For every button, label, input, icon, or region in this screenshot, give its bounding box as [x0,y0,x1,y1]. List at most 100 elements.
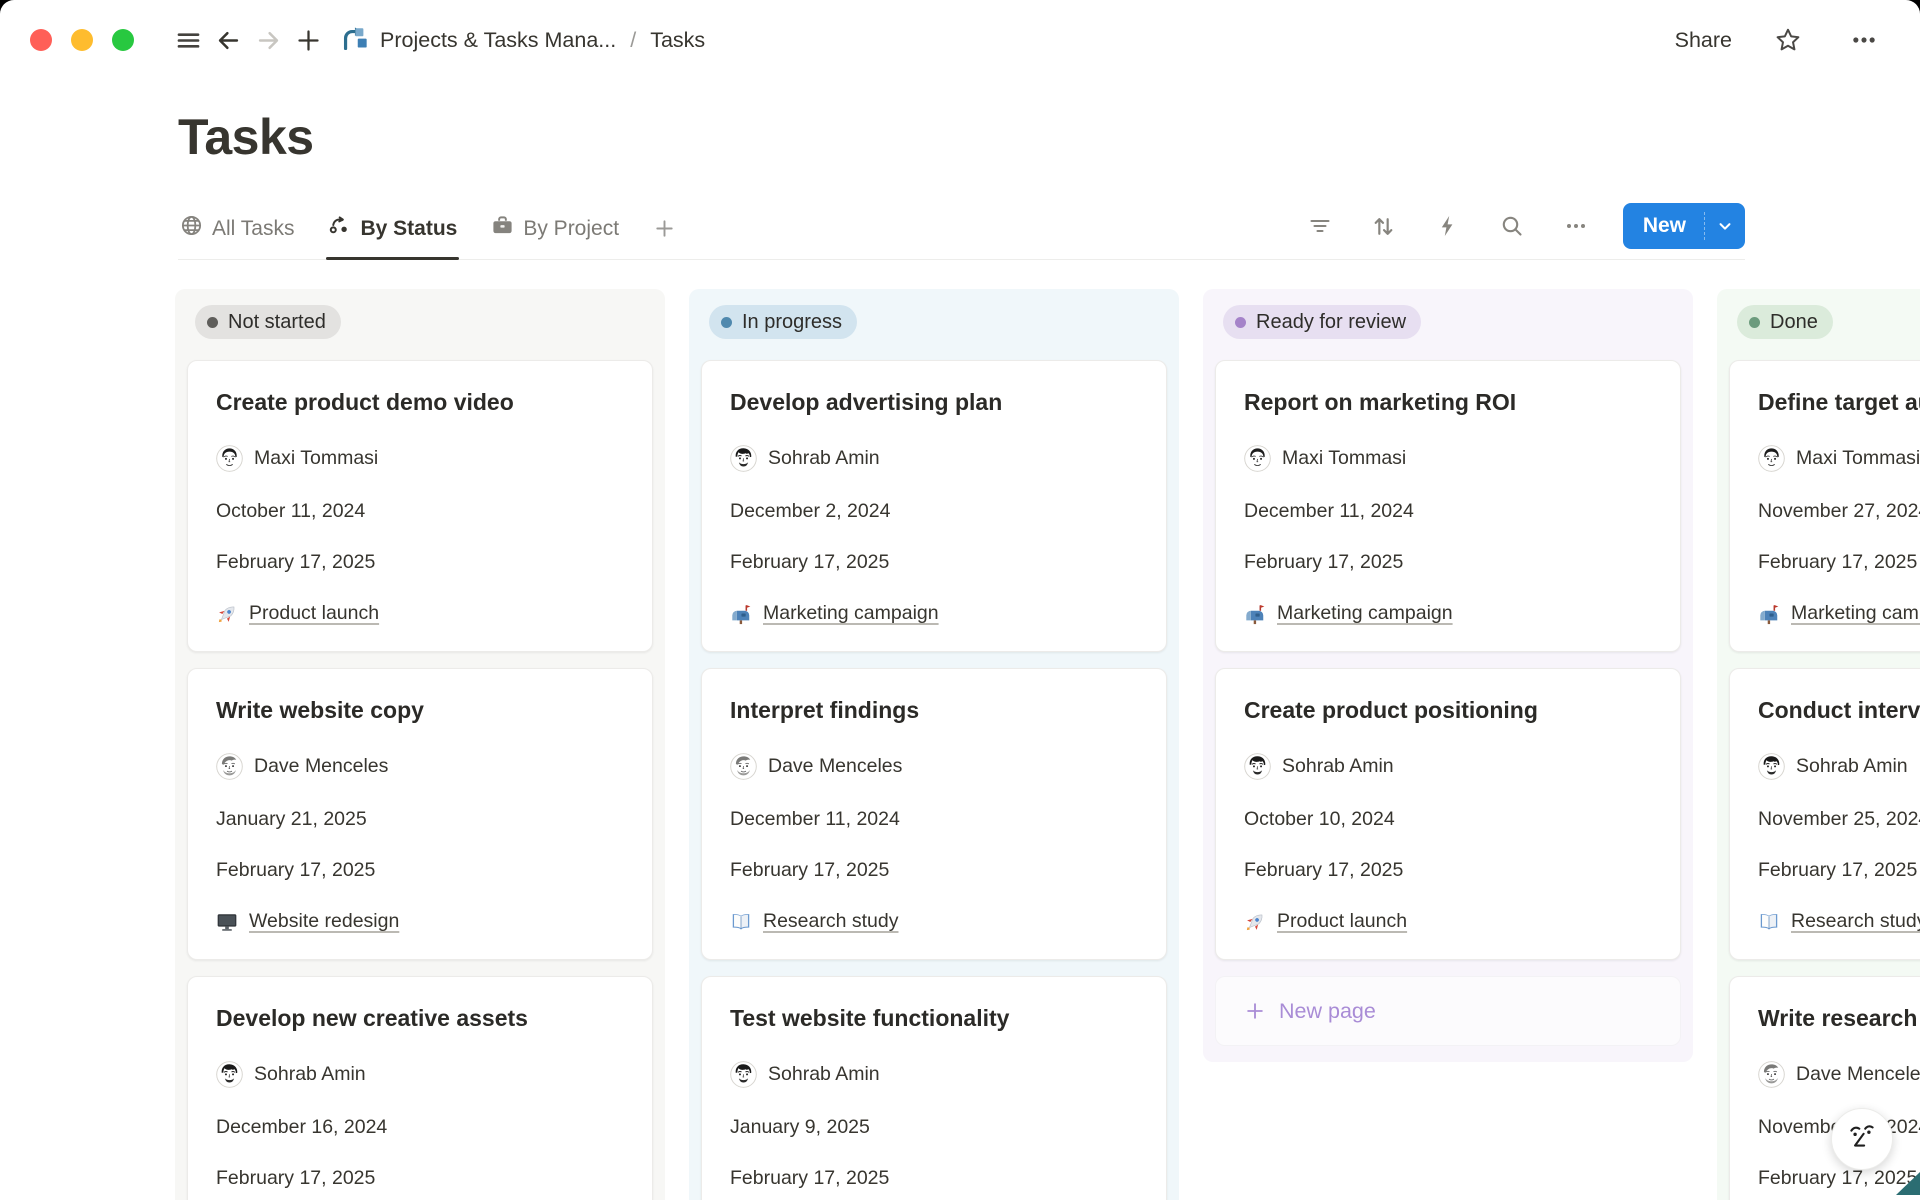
dave-avatar [216,753,243,780]
add-view-icon[interactable] [651,205,678,256]
assignee-row: Maxi Tommasi [1758,445,1920,472]
date-1: January 21, 2025 [216,808,624,831]
date-1: December 11, 2024 [730,808,1138,831]
ai-assistant-button[interactable] [1831,1108,1893,1170]
maxi-avatar [216,445,243,472]
card-title: Create product demo video [216,387,624,417]
card[interactable]: Report on marketing ROIMaxi TommasiDecem… [1215,360,1681,652]
back-icon[interactable] [208,20,248,60]
star-icon[interactable] [1768,20,1808,60]
tab-by-project[interactable]: By Project [489,202,621,259]
assignee-row: Sohrab Amin [730,1061,1138,1088]
assignee-row: Sohrab Amin [1758,753,1920,780]
assignee-row: Dave Menceles [730,753,1138,780]
card[interactable]: Write research reportDave MencelesNovemb… [1729,976,1920,1200]
project-row: Marketing campaign [730,602,1138,625]
new-button[interactable]: New [1623,203,1745,249]
share-button[interactable]: Share [1675,28,1732,53]
monitor-icon [216,911,238,933]
project-link[interactable]: Research study [763,910,898,933]
breadcrumb-parent[interactable]: Projects & Tasks Mana... [380,28,616,53]
view-more-icon[interactable] [1559,209,1593,243]
project-row: Research study [1758,910,1920,933]
card[interactable]: Conduct interviewsSohrab AminNovember 25… [1729,668,1920,960]
card-title: Interpret findings [730,695,1138,725]
sohrab-avatar [1758,753,1785,780]
card-title: Write website copy [216,695,624,725]
card-title: Develop advertising plan [730,387,1138,417]
card-title: Develop new creative assets [216,1003,624,1033]
tab-by-status[interactable]: By Status [326,202,459,259]
breadcrumb: Projects & Tasks Mana... / Tasks [338,24,705,56]
close-window-button[interactable] [30,29,52,51]
assignee-name: Maxi Tommasi [1796,447,1920,470]
lightning-icon[interactable] [1431,209,1465,243]
date-1: November 25, 2024 [1758,808,1920,831]
assignee-name: Sohrab Amin [768,1063,880,1086]
new-page-button[interactable]: New page [1215,976,1681,1046]
breadcrumb-separator: / [630,28,636,53]
card[interactable]: Define target audienceMaxi TommasiNovemb… [1729,360,1920,652]
new-tab-icon[interactable] [288,20,328,60]
date-2: February 17, 2025 [730,551,1138,574]
project-link[interactable]: Marketing campaign [1277,602,1453,625]
chevron-down-icon[interactable] [1705,203,1745,249]
sohrab-avatar [730,1061,757,1088]
assignee-name: Sohrab Amin [768,447,880,470]
new-button-label: New [1623,214,1704,238]
project-link[interactable]: Website redesign [249,910,399,933]
column-header-pill[interactable]: Done [1737,305,1833,339]
date-2: February 17, 2025 [216,1167,624,1190]
mailbox-icon [1758,603,1780,625]
card[interactable]: Test website functionalitySohrab AminJan… [701,976,1167,1200]
assignee-name: Dave Menceles [254,755,388,778]
assignee-row: Dave Menceles [216,753,624,780]
assignee-name: Maxi Tommasi [254,447,378,470]
rocket-icon [216,603,238,625]
sohrab-avatar [216,1061,243,1088]
date-2: February 17, 2025 [216,551,624,574]
column-ready-for-review: Ready for review Report on marketing ROI M… [1203,289,1693,1062]
card-title: Report on marketing ROI [1244,387,1652,417]
column-header-pill[interactable]: Ready for review [1223,305,1421,339]
card[interactable]: Develop new creative assetsSohrab AminDe… [187,976,653,1200]
column-header-pill[interactable]: In progress [709,305,857,339]
assignee-name: Sohrab Amin [1796,755,1908,778]
project-link[interactable]: Marketing campaign [763,602,939,625]
project-link[interactable]: Research study [1791,910,1920,933]
project-link[interactable]: Product launch [249,602,379,625]
date-2: February 17, 2025 [1758,551,1920,574]
card[interactable]: Write website copy Dave Menceles January 2… [187,668,653,960]
search-icon[interactable] [1495,209,1529,243]
tab-all-tasks[interactable]: All Tasks [178,202,296,259]
breadcrumb-current[interactable]: Tasks [650,28,705,53]
card[interactable]: Create product positioningSohrab AminOct… [1215,668,1681,960]
card-title: Test website functionality [730,1003,1138,1033]
assignee-row: Dave Menceles [1758,1061,1920,1088]
column-header-pill[interactable]: Not started [195,305,341,339]
sort-icon[interactable] [1367,209,1401,243]
status-dot [1235,317,1246,328]
project-row: Marketing campaign [1758,602,1920,625]
forward-icon[interactable] [248,20,288,60]
assignee-name: Dave Menceles [1796,1063,1920,1086]
zoom-window-button[interactable] [112,29,134,51]
card[interactable]: Interpret findings Dave Menceles December … [701,668,1167,960]
assignee-name: Maxi Tommasi [1282,447,1406,470]
project-row: Marketing campaign [1244,602,1652,625]
card[interactable]: Develop advertising plan Sohrab Amin Decem… [701,360,1167,652]
minimize-window-button[interactable] [71,29,93,51]
more-icon[interactable] [1844,20,1884,60]
date-2: February 17, 2025 [1758,859,1920,882]
project-link[interactable]: Marketing campaign [1791,602,1920,625]
filter-icon[interactable] [1303,209,1337,243]
status-icon [328,214,351,243]
date-1: December 2, 2024 [730,500,1138,523]
plus-icon [1244,1000,1266,1022]
menu-icon[interactable] [168,20,208,60]
status-dot [1749,317,1760,328]
card[interactable]: Create product demo videoMaxi TommasiOct… [187,360,653,652]
maxi-avatar [1244,445,1271,472]
project-link[interactable]: Product launch [1277,910,1407,933]
status-dot [207,317,218,328]
